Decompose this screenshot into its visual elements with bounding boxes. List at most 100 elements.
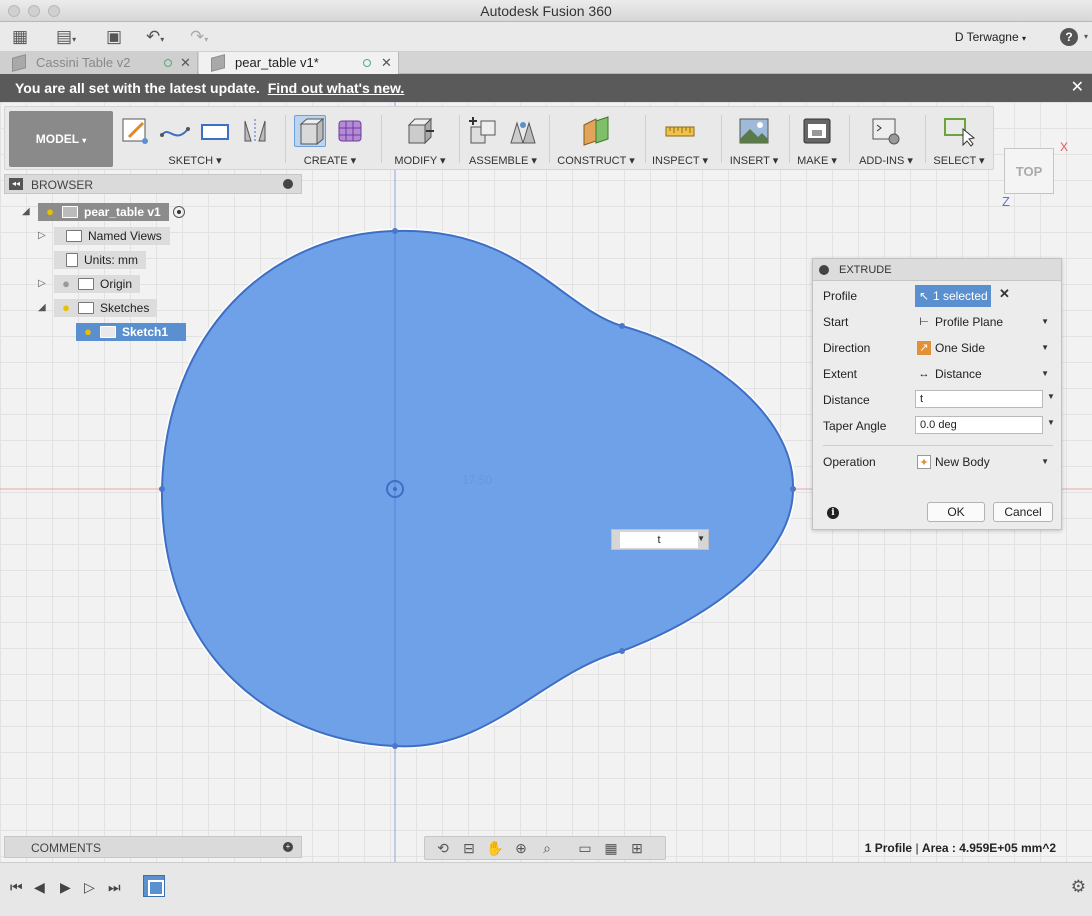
dropdown-arrow-icon[interactable]: ▼ — [1047, 392, 1055, 401]
expanded-triangle-icon[interactable]: ◢ — [22, 207, 32, 217]
distance-input[interactable]: t — [915, 390, 1043, 408]
select-icon[interactable] — [943, 115, 976, 147]
close-tab-icon[interactable]: ✕ — [180, 52, 191, 74]
tree-item-sketches[interactable]: ◢ ● Sketches — [38, 298, 158, 318]
browser-panel-header[interactable]: ◂◂ BROWSER — [4, 174, 302, 194]
workspace-switcher[interactable]: MODEL ▾ — [9, 111, 113, 167]
sketch-point[interactable] — [159, 486, 165, 492]
help-dropdown-icon[interactable]: ▾ — [1084, 32, 1088, 41]
ok-button[interactable]: OK — [927, 502, 985, 522]
sketch-point[interactable] — [619, 323, 625, 329]
assemble-menu[interactable]: ASSEMBLE ▾ — [461, 154, 545, 167]
gear-icon[interactable]: ⚙ — [1071, 877, 1086, 897]
extent-select[interactable]: ↔ Distance ▼ — [915, 363, 1051, 385]
collapse-panel-icon[interactable]: ◂◂ — [9, 178, 23, 190]
sketch-menu[interactable]: SKETCH ▾ — [115, 154, 275, 167]
view-cube[interactable]: TOP X Z — [1002, 140, 1090, 210]
redo-icon[interactable]: ↷▾ — [190, 28, 208, 49]
select-menu[interactable]: SELECT ▾ — [927, 154, 991, 167]
collapsed-triangle-icon[interactable]: ▷ — [38, 279, 48, 289]
user-menu[interactable]: D Terwagne ▾ — [955, 30, 1026, 44]
form-icon[interactable] — [334, 115, 366, 147]
visibility-bulb-icon[interactable]: ● — [82, 325, 94, 339]
insert-menu[interactable]: INSERT ▾ — [723, 154, 785, 167]
sketch-point[interactable] — [392, 228, 398, 234]
go-to-end-icon[interactable]: ⏭ — [108, 879, 121, 896]
profile-selection[interactable]: ↖ 1 selected — [915, 285, 991, 307]
visibility-bulb-icon[interactable]: ● — [60, 301, 72, 315]
sketch-point[interactable] — [392, 743, 398, 749]
clear-selection-icon[interactable]: ✕ — [999, 286, 1010, 302]
tree-item-units[interactable]: Units: mm — [54, 250, 146, 270]
spline-icon[interactable] — [159, 115, 191, 147]
look-at-icon[interactable]: ⊟ — [457, 840, 481, 857]
visibility-bulb-icon[interactable]: ● — [44, 205, 56, 219]
view-cube-face[interactable]: TOP — [1004, 148, 1054, 194]
display-settings-icon[interactable]: ▭ — [573, 840, 597, 857]
create-sketch-icon[interactable] — [119, 115, 151, 147]
modify-menu[interactable]: MODIFY ▾ — [385, 154, 455, 167]
close-tab-icon[interactable]: ✕ — [381, 52, 392, 74]
file-icon[interactable]: ▤▾ — [56, 28, 76, 49]
help-icon[interactable]: ? — [1060, 28, 1078, 46]
new-component-icon[interactable] — [467, 115, 499, 147]
offset-plane-icon[interactable] — [580, 115, 612, 147]
extrude-dialog-header[interactable]: EXTRUDE — [813, 259, 1061, 281]
press-pull-icon[interactable] — [404, 115, 436, 147]
pan-icon[interactable]: ✋ — [483, 840, 507, 857]
undo-icon[interactable]: ↶▾ — [146, 28, 164, 49]
activate-radio-icon[interactable] — [172, 206, 185, 218]
window-controls[interactable] — [8, 5, 60, 17]
zoom-window-icon[interactable] — [48, 5, 60, 17]
dialog-minimize-icon[interactable] — [819, 265, 829, 275]
root-component[interactable]: ● pear_table v1 — [38, 203, 169, 221]
mirror-icon[interactable] — [239, 115, 271, 147]
dropdown-arrow-icon[interactable]: ▼ — [697, 534, 705, 543]
direction-select[interactable]: ↗ One Side ▼ — [915, 337, 1051, 359]
expanded-triangle-icon[interactable]: ◢ — [38, 303, 48, 313]
go-to-start-icon[interactable]: ⏮ — [10, 879, 23, 896]
play-icon[interactable]: ▶ — [60, 879, 71, 896]
timeline-sketch-feature[interactable] — [143, 875, 165, 897]
rectangle-icon[interactable] — [199, 115, 231, 147]
close-banner-icon[interactable]: ✕ — [1071, 74, 1084, 102]
distance-manipulator-input[interactable]: t ▼ — [611, 529, 709, 550]
zoom-icon[interactable]: ⊕ — [509, 840, 533, 857]
make-menu[interactable]: MAKE ▾ — [791, 154, 843, 167]
grid-icon[interactable]: ▦ — [12, 28, 28, 46]
close-window-icon[interactable] — [8, 5, 20, 17]
create-menu[interactable]: CREATE ▾ — [289, 154, 371, 167]
tree-item-sketch1[interactable]: ● Sketch1 — [76, 322, 186, 342]
step-forward-icon[interactable]: ▷ — [84, 879, 95, 896]
visibility-bulb-icon[interactable]: ● — [60, 277, 72, 291]
construct-menu[interactable]: CONSTRUCT ▾ — [551, 154, 641, 167]
comments-panel-header[interactable]: COMMENTS + — [4, 836, 302, 858]
info-icon[interactable]: i — [827, 507, 839, 519]
sketch-point[interactable] — [790, 486, 796, 492]
sketch-point[interactable] — [619, 648, 625, 654]
cancel-button[interactable]: Cancel — [993, 502, 1053, 522]
panel-minimize-icon[interactable] — [283, 179, 293, 189]
addins-menu[interactable]: ADD-INS ▾ — [851, 154, 921, 167]
tab-cassini-table[interactable]: Cassini Table v2 ✕ — [0, 52, 198, 74]
tree-item-origin[interactable]: ▷ ● Origin — [38, 274, 141, 294]
3d-print-icon[interactable] — [801, 115, 833, 147]
whats-new-link[interactable]: Find out what's new. — [268, 80, 405, 96]
joint-icon[interactable] — [507, 115, 539, 147]
extrude-icon[interactable] — [294, 115, 326, 147]
grid-settings-icon[interactable]: ▦ — [599, 840, 623, 857]
tab-pear-table[interactable]: pear_table v1* ✕ — [199, 52, 399, 74]
distance-field[interactable]: t — [620, 532, 698, 548]
operation-select[interactable]: ✦ New Body ▼ — [915, 451, 1051, 473]
start-select[interactable]: ⊢ Profile Plane ▼ — [915, 311, 1051, 333]
dropdown-arrow-icon[interactable]: ▼ — [1047, 418, 1055, 427]
inspect-menu[interactable]: INSPECT ▾ — [647, 154, 713, 167]
save-icon[interactable]: ▣ — [106, 28, 122, 46]
orbit-icon[interactable]: ⟲ — [431, 840, 455, 857]
tree-root[interactable]: ◢ ● pear_table v1 — [22, 202, 185, 222]
pear-profile[interactable] — [160, 229, 795, 748]
collapsed-triangle-icon[interactable]: ▷ — [38, 231, 48, 241]
taper-angle-input[interactable]: 0.0 deg — [915, 416, 1043, 434]
tree-item-named-views[interactable]: ▷ Named Views — [38, 226, 170, 246]
zoom-window-icon[interactable]: ⌕ — [535, 840, 559, 857]
